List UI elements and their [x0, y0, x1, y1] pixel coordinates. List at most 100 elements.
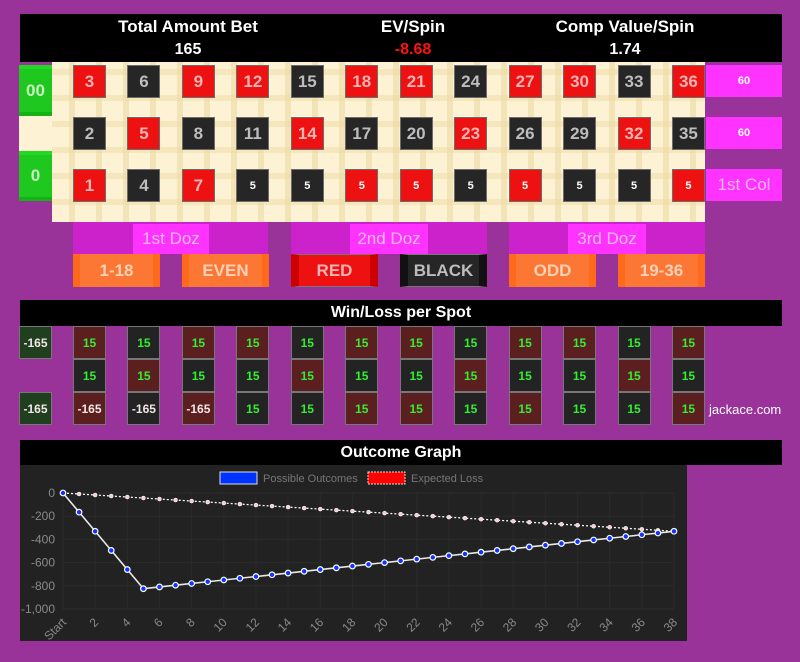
series-line-possible-outcomes: [62, 492, 675, 590]
expected-loss-point: [575, 522, 580, 528]
winloss-cell: 15: [290, 326, 324, 359]
number-cell[interactable]: 36: [671, 65, 705, 98]
bet-chip[interactable]: 5: [399, 169, 433, 202]
bet-chip[interactable]: 5: [563, 169, 597, 202]
dozen-label: 2nd Doz: [350, 224, 428, 254]
number-cell[interactable]: 4: [127, 169, 161, 202]
winloss-cell: 15: [290, 359, 324, 392]
bet-spot-3rd-dozen[interactable]: 3rd Doz: [509, 222, 705, 254]
bet-chip[interactable]: 5: [508, 169, 542, 202]
bet-spot-black[interactable]: BLACK: [400, 254, 487, 287]
y-tick-label: 0: [48, 486, 55, 500]
number-cell[interactable]: 27: [508, 65, 542, 98]
bet-spot-1st-dozen[interactable]: 1st Doz: [73, 222, 268, 254]
number-cell[interactable]: 24: [454, 65, 488, 98]
x-tick-label: 6: [151, 615, 166, 630]
number-cell[interactable]: 35: [671, 117, 705, 150]
number-cell[interactable]: 32: [617, 117, 651, 150]
total-bet-label: Total Amount Bet: [118, 17, 258, 36]
number-cell[interactable]: 17: [345, 117, 379, 150]
outcome-point: [590, 536, 598, 544]
outcome-point: [445, 552, 453, 560]
bet-spot-0[interactable]: 0: [19, 151, 52, 201]
outcome-point: [172, 581, 179, 589]
number-cell[interactable]: 20: [399, 117, 433, 150]
bet-chip[interactable]: 5: [617, 169, 651, 202]
number-cell[interactable]: 1: [73, 169, 106, 202]
ev-value: -8.68: [394, 41, 432, 58]
expected-loss-point: [205, 499, 210, 505]
number-cell[interactable]: 9: [181, 65, 215, 98]
winloss-cell: 15: [181, 326, 215, 359]
outcome-point: [91, 527, 99, 535]
number-cell[interactable]: 21: [399, 65, 433, 98]
number-cell[interactable]: 3: [73, 65, 106, 98]
number-cell[interactable]: 7: [181, 169, 215, 202]
number-cell[interactable]: 5: [127, 117, 161, 150]
outcome-point: [413, 555, 421, 563]
outcome-point: [365, 560, 372, 568]
number-cell[interactable]: 26: [508, 117, 542, 150]
number-cell[interactable]: 15: [290, 65, 324, 98]
expected-loss-point: [607, 525, 612, 530]
number-cell[interactable]: 2: [73, 117, 106, 150]
bet-spot-even[interactable]: EVEN: [182, 254, 269, 287]
expected-loss-point: [623, 526, 629, 531]
number-cell[interactable]: 11: [236, 117, 270, 150]
winloss-cell: -165: [181, 392, 215, 425]
number-cell[interactable]: 23: [454, 117, 488, 150]
x-tick-label: 12: [243, 615, 263, 635]
winloss-cell: 15: [127, 326, 161, 359]
outcome-point: [236, 574, 244, 582]
dozen-label: 3rd Doz: [568, 224, 646, 254]
expected-loss-point: [92, 492, 98, 498]
bet-spot-19-36[interactable]: 19-36: [618, 254, 705, 287]
number-cell[interactable]: 6: [127, 65, 161, 98]
stats-header: Total Amount Bet 165 EV/Spin -8.68 Comp …: [20, 14, 782, 62]
number-cell[interactable]: 12: [236, 65, 270, 98]
total-bet-value: 165: [174, 41, 202, 58]
bet-spot-red[interactable]: RED: [291, 254, 378, 287]
outcome-point: [75, 508, 83, 516]
bet-spot-00[interactable]: 00: [19, 65, 52, 116]
brand-link[interactable]: jackace.com: [709, 402, 781, 417]
winloss-cell: 15: [399, 326, 433, 359]
zero-split-spot[interactable]: [19, 116, 52, 151]
number-cell[interactable]: 8: [181, 117, 215, 150]
winloss-cell: 15: [73, 359, 106, 392]
x-tick-label: 28: [500, 615, 520, 635]
winloss-cell: 15: [671, 392, 705, 425]
bet-chip[interactable]: 5: [290, 169, 324, 202]
x-tick-label: 4: [119, 615, 134, 630]
bet-spot-odd[interactable]: ODD: [509, 254, 596, 287]
x-tick-label: 30: [532, 615, 552, 635]
winloss-cell: 15: [563, 359, 597, 392]
outcome-point: [300, 567, 308, 575]
column-bet-1[interactable]: 1st Col: [706, 169, 782, 201]
number-cell[interactable]: 29: [563, 117, 597, 150]
outcome-point: [381, 559, 388, 566]
winloss-cell: 15: [399, 392, 433, 425]
bet-spot-2nd-dozen[interactable]: 2nd Doz: [291, 222, 487, 254]
y-tick-label: -1,000: [21, 602, 55, 616]
number-cell[interactable]: 33: [617, 65, 651, 98]
outcome-point: [284, 569, 292, 577]
number-cell[interactable]: 30: [563, 65, 597, 98]
legend-label: Possible Outcomes: [263, 473, 358, 485]
bet-chip[interactable]: 5: [454, 169, 488, 202]
bet-spot-1-18[interactable]: 1-18: [73, 254, 160, 287]
winloss-cell: 15: [73, 326, 106, 359]
outcome-point: [461, 550, 469, 558]
bet-chip[interactable]: 5: [236, 169, 270, 202]
expected-loss-point: [398, 511, 403, 517]
column-bet-2[interactable]: 60: [706, 117, 782, 149]
number-cell[interactable]: 14: [290, 117, 324, 150]
number-cell[interactable]: 18: [345, 65, 379, 98]
expected-loss-point: [559, 521, 564, 527]
bet-chip[interactable]: 5: [671, 169, 705, 202]
bet-chip[interactable]: 5: [345, 169, 379, 202]
expected-loss-point: [108, 493, 114, 499]
expected-loss-point: [125, 494, 130, 500]
outcome-point: [606, 534, 614, 542]
column-bet-3[interactable]: 60: [706, 65, 782, 97]
